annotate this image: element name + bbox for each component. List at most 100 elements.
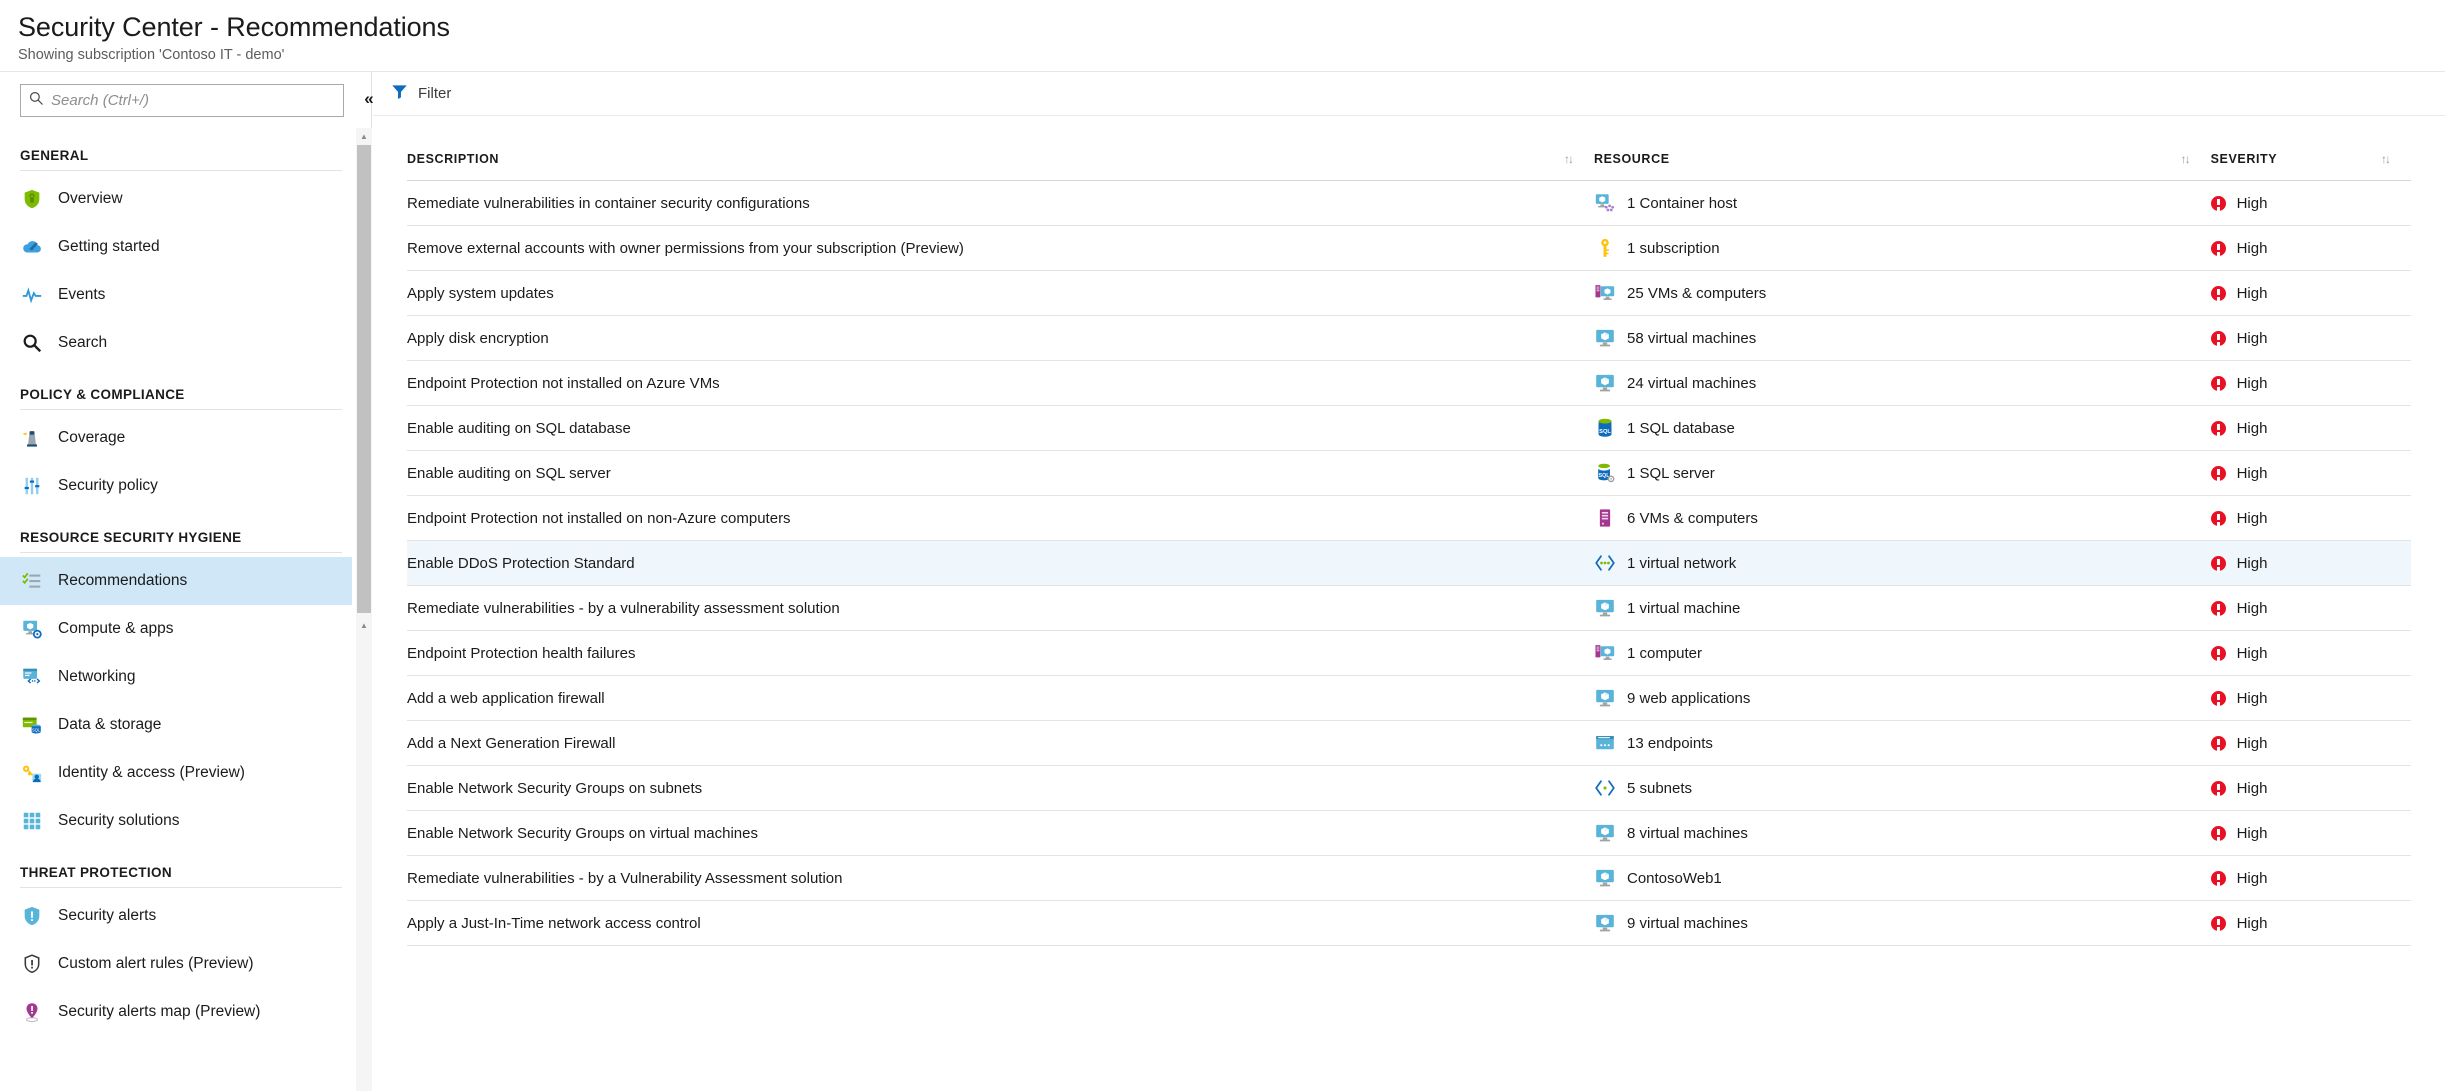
nav-group-divider [20,170,342,171]
container-host-icon [1594,192,1616,214]
vm-computer-icon [1594,282,1616,304]
high-severity-icon [2210,600,2226,616]
table-row[interactable]: Remove external accounts with owner perm… [407,225,2411,271]
high-severity-icon [2210,375,2226,391]
nav-group-title: GENERAL [20,148,89,163]
severity-label: High [2236,914,2268,932]
table-row[interactable]: Endpoint Protection not installed on non… [407,495,2411,541]
key-user-icon [20,761,44,785]
table-row[interactable]: Enable auditing on SQL server SQL 1 SQL se… [407,450,2411,496]
severity-label: High [2236,644,2268,662]
sort-updown-icon-description[interactable]: ↑↓ [1564,152,1594,166]
sidebar-item-label: Coverage [58,429,126,446]
sidebar-item-label: Data & storage [58,716,162,733]
sidebar-item-custom-alert-rules-preview[interactable]: Custom alert rules (Preview) [0,940,352,988]
table-row[interactable]: Add a web application firewall 9 web appl… [407,675,2411,721]
high-severity-icon [2210,330,2226,346]
sidebar-item-compute-apps[interactable]: Compute & apps [0,605,352,653]
virtual-machine-icon [1594,687,1616,709]
sidebar-scroll-thumb[interactable] [357,145,371,613]
high-severity-icon [2210,735,2226,751]
high-severity-icon [2210,465,2226,481]
nav-group-title: THREAT PROTECTION [20,865,172,880]
sidebar-item-coverage[interactable]: Coverage [0,414,352,462]
table-row[interactable]: Enable Network Security Groups on subnet… [407,765,2411,811]
cell-description: Add a web application firewall [407,675,1594,721]
column-header-severity[interactable]: SEVERITY ↑↓ [2210,116,2411,181]
scroll-down-icon[interactable]: ▲ [356,617,372,634]
sidebar-item-search[interactable]: Search [0,319,352,367]
sidebar-item-security-solutions[interactable]: Security solutions [0,797,352,845]
cell-resource: ContosoWeb1 [1593,855,2211,901]
table-row[interactable]: Remediate vulnerabilities in container s… [407,180,2411,226]
vm-computer-icon [1594,642,1616,664]
table-header-row: DESCRIPTION ↑↓ RESOURCE ↑↓ SEVERITY ↑↓ [407,116,2411,181]
table-row[interactable]: Remediate vulnerabilities - by a vulnera… [407,585,2411,631]
table-row[interactable]: Endpoint Protection not installed on Azu… [407,360,2411,406]
sidebar-item-security-policy[interactable]: Security policy [0,462,352,510]
filter-button[interactable]: Filter [389,79,461,109]
key-icon [1594,237,1616,259]
column-header-resource[interactable]: RESOURCE ↑↓ [1593,116,2211,181]
resource-label: 1 virtual network [1626,554,1737,572]
cell-severity: High [2210,675,2411,721]
sidebar-item-security-alerts[interactable]: Security alerts [0,892,352,940]
subnet-icon [1594,777,1616,799]
cell-severity: High [2210,225,2411,271]
search-icon [21,91,51,110]
column-header-description[interactable]: DESCRIPTION ↑↓ [407,116,1594,181]
table-body: Remediate vulnerabilities in container s… [407,180,2411,946]
sidebar-item-getting-started[interactable]: Getting started [0,223,352,271]
table-row[interactable]: Enable DDoS Protection Standard 1 virtual… [407,540,2411,586]
table-row[interactable]: Apply system updates 25 VMs & computers Hi… [407,270,2411,316]
table-row[interactable]: Endpoint Protection health failures 1 com… [407,630,2411,676]
resource-label: 5 subnets [1626,779,1693,797]
cell-resource: SQL 1 SQL server [1593,450,2211,496]
table-row[interactable]: Apply disk encryption 58 virtual machines… [407,315,2411,361]
cell-description: Remediate vulnerabilities - by a Vulnera… [407,855,1594,901]
sidebar-item-label: Security alerts [58,907,157,924]
sidebar-item-networking[interactable]: Networking [0,653,352,701]
sidebar-item-identity-access-preview[interactable]: Identity & access (Preview) [0,749,352,797]
cell-description: Apply disk encryption [407,315,1594,361]
high-severity-icon [2210,870,2226,886]
sidebar-item-overview[interactable]: Overview [0,175,352,223]
high-severity-icon [2210,285,2226,301]
table-row[interactable]: Add a Next Generation Firewall 13 endpoin… [407,720,2411,766]
svg-text:SQL: SQL [1599,429,1611,435]
sort-updown-icon-resource[interactable]: ↑↓ [2181,152,2211,166]
cell-description: Enable auditing on SQL server [407,450,1594,496]
severity-label: High [2236,464,2268,482]
severity-label: High [2236,734,2268,752]
sidebar: « GENERAL Overview Getting started Events Se… [0,72,374,1091]
search-box[interactable] [20,84,344,117]
sliders-icon [20,474,44,498]
scroll-up-icon[interactable]: ▲ [356,128,372,145]
sidebar-item-label: Compute & apps [58,620,174,637]
cell-description: Enable auditing on SQL database [407,405,1594,451]
high-severity-icon [2210,645,2226,661]
search-input[interactable] [51,86,331,115]
sidebar-scrollbar[interactable]: ▲ ▲ [356,128,372,1091]
high-severity-icon [2210,780,2226,796]
sidebar-item-data-storage[interactable]: SQL Data & storage [0,701,352,749]
sidebar-item-label: Security solutions [58,812,180,829]
cell-description: Enable Network Security Groups on subnet… [407,765,1594,811]
sidebar-item-security-alerts-map-preview[interactable]: Security alerts map (Preview) [0,988,352,1036]
cell-severity: High [2210,450,2411,496]
sort-updown-icon-severity[interactable]: ↑↓ [2381,152,2411,166]
cell-description: Apply system updates [407,270,1594,316]
sidebar-item-label: Recommendations [58,572,188,589]
high-severity-icon [2210,195,2226,211]
sidebar-item-recommendations[interactable]: Recommendations [0,557,352,605]
table-row[interactable]: Enable auditing on SQL database SQL 1 SQL … [407,405,2411,451]
cell-resource: 8 virtual machines [1593,810,2211,856]
severity-label: High [2236,194,2268,212]
sidebar-search-row: « [0,72,374,128]
table-row[interactable]: Apply a Just-In-Time network access cont… [407,900,2411,946]
table-row[interactable]: Remediate vulnerabilities - by a Vulnera… [407,855,2411,901]
cell-description: Remediate vulnerabilities in container s… [407,180,1594,226]
sidebar-item-events[interactable]: Events [0,271,352,319]
cell-resource: 9 web applications [1593,675,2211,721]
table-row[interactable]: Enable Network Security Groups on virtua… [407,810,2411,856]
